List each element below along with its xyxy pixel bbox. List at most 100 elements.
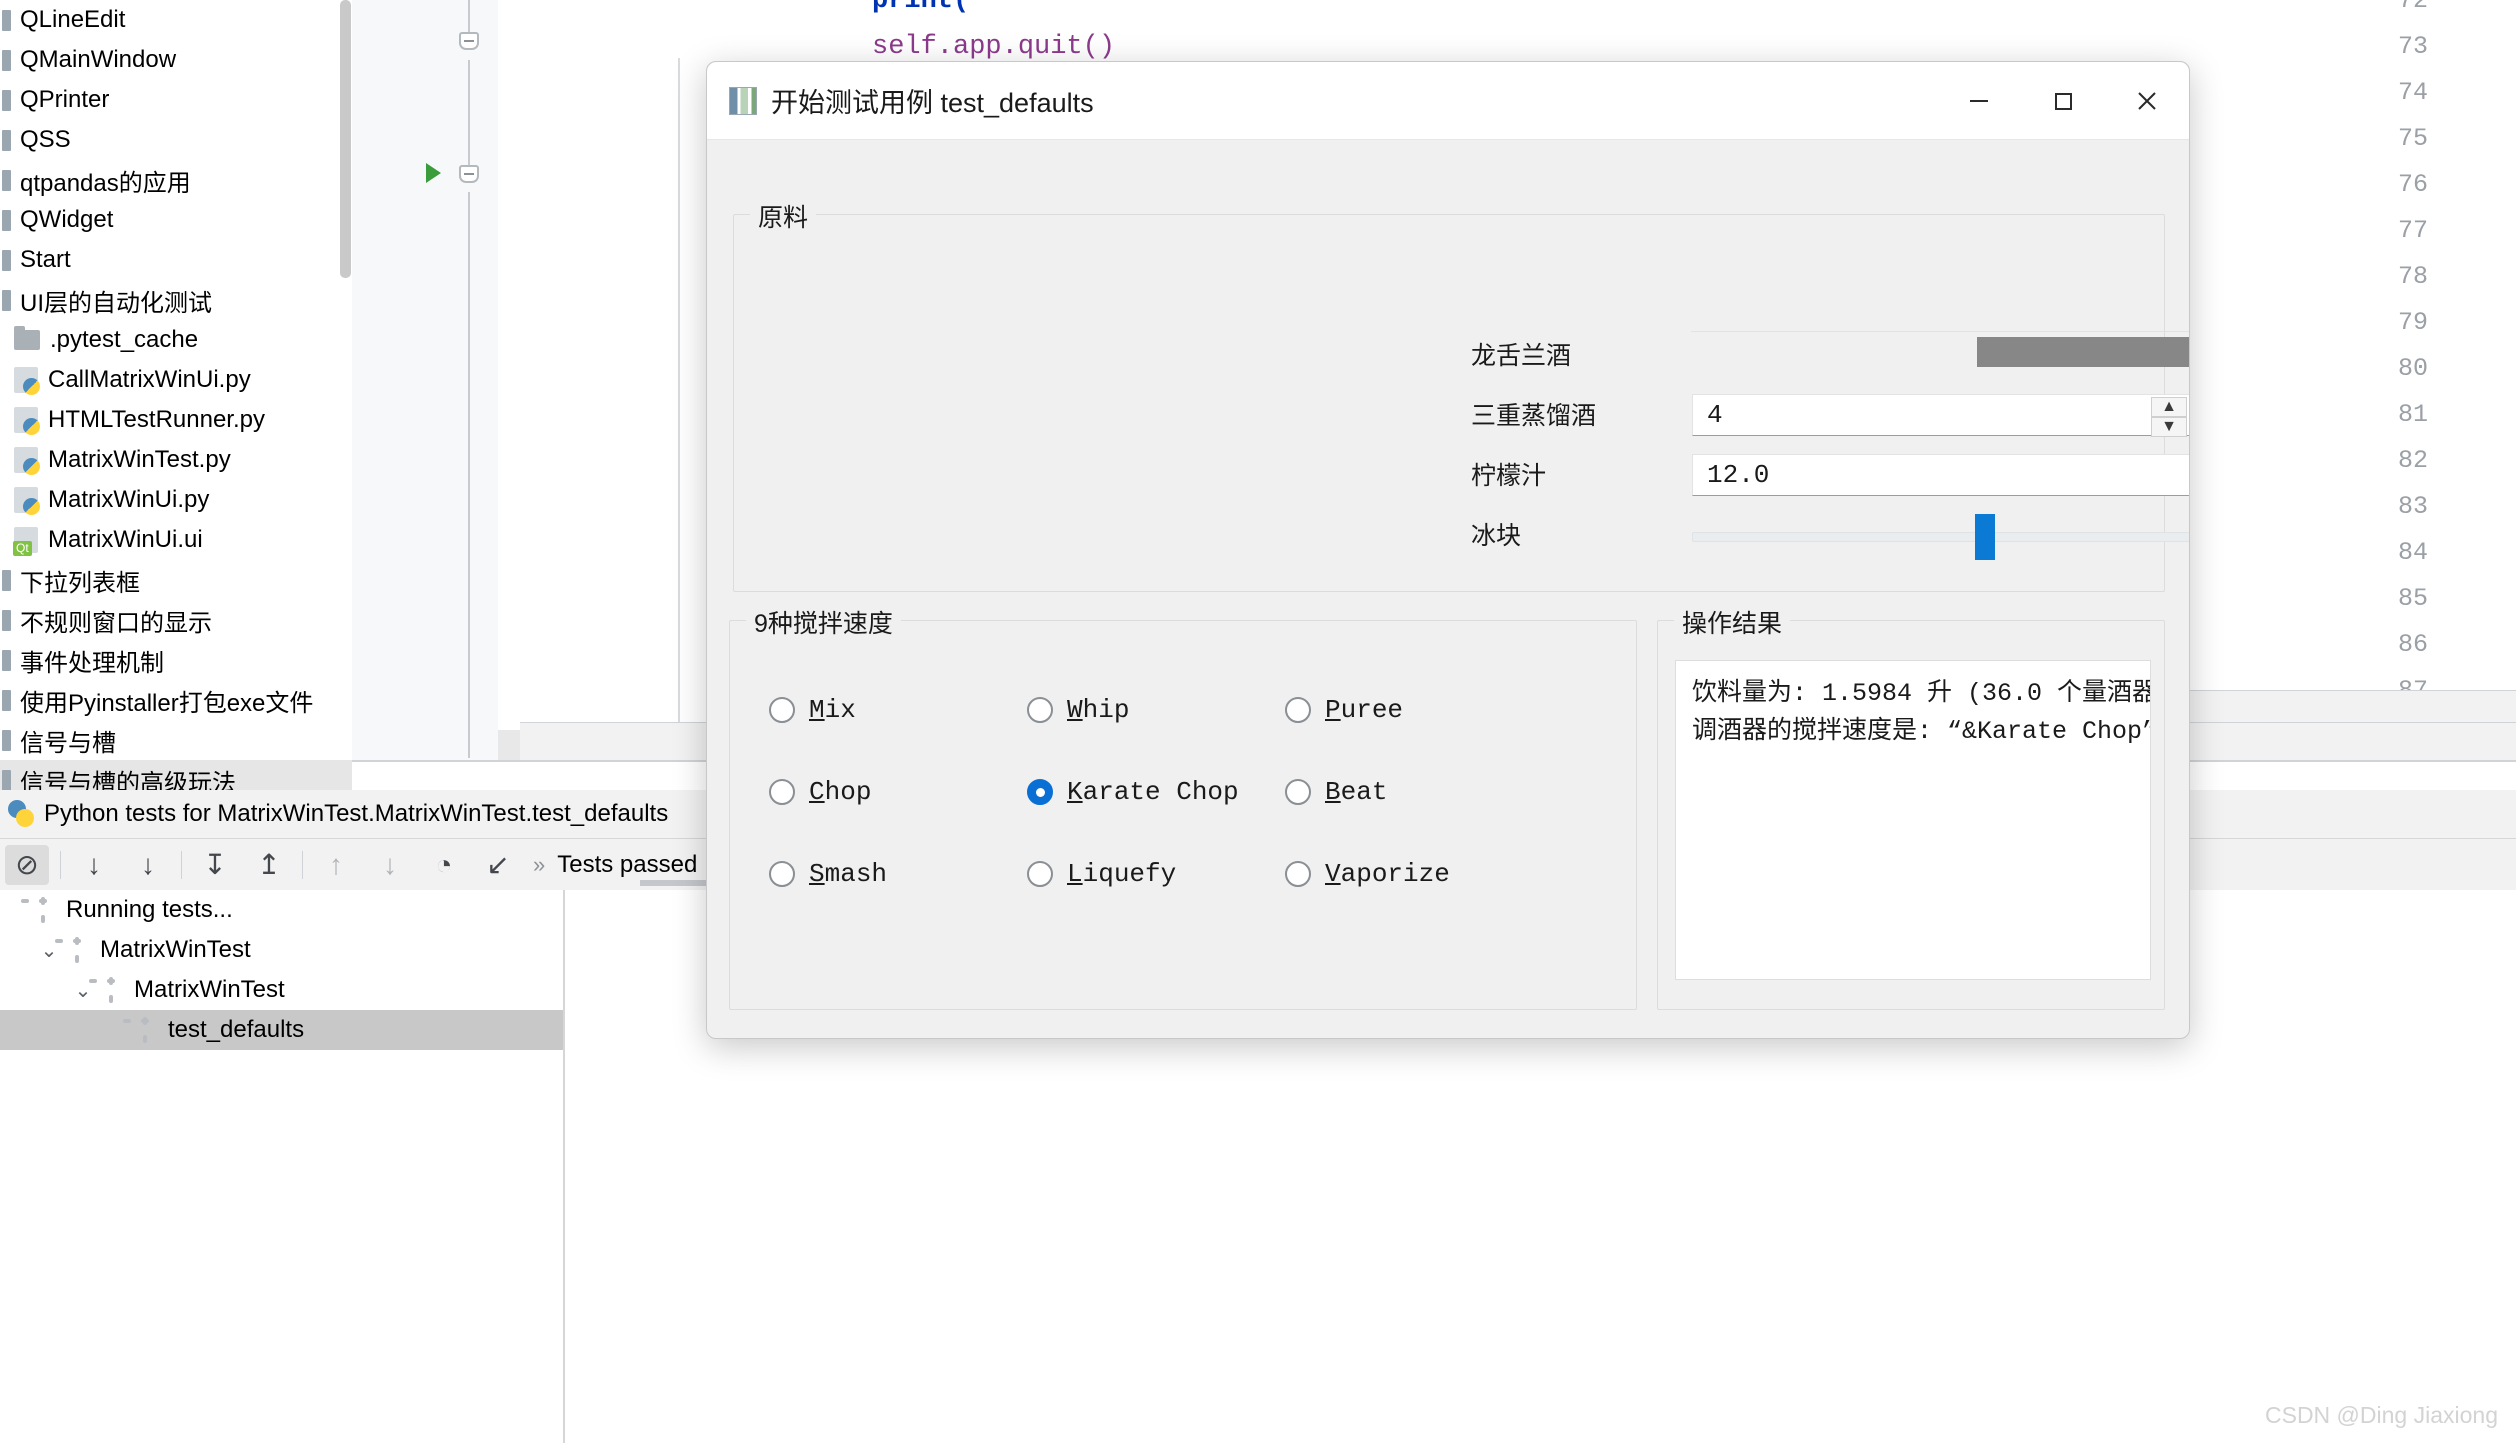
code-line[interactable]: print(: [872, 0, 969, 16]
stop-icon[interactable]: ⊘: [5, 845, 49, 885]
project-tree-item[interactable]: 不规则窗口的显示: [0, 600, 352, 640]
test-running-spinner-icon: [98, 977, 124, 1003]
test-tree-row[interactable]: ⌄MatrixWinTest: [0, 970, 564, 1010]
module-icon: [2, 210, 11, 231]
project-tree-item[interactable]: HTMLTestRunner.py: [0, 400, 352, 440]
project-tree-item[interactable]: 信号与槽: [0, 720, 352, 760]
test-running-spinner-icon: [30, 897, 56, 923]
radio-puree[interactable]: Puree: [1285, 695, 1403, 725]
project-tree-item[interactable]: QPrinter: [0, 80, 352, 120]
maximize-icon[interactable]: [2021, 62, 2105, 140]
row-label-triple-sec: 三重蒸馏酒: [1471, 396, 1596, 432]
toolbar-overflow-icon[interactable]: »: [533, 852, 545, 878]
runner-splitter[interactable]: [563, 890, 565, 1443]
scroll-to-source-icon[interactable]: ↙: [476, 845, 520, 885]
project-tree-item-label: 信号与槽: [20, 723, 116, 758]
project-tree-item[interactable]: MatrixWinTest.py: [0, 440, 352, 480]
chevron-down-icon[interactable]: ⌄: [34, 938, 64, 963]
spinbox-down-icon[interactable]: ▼: [2151, 417, 2187, 437]
spinbox-buttons[interactable]: ▲ ▼: [2151, 397, 2187, 433]
test-tree-row[interactable]: test_defaults: [0, 1010, 564, 1050]
project-tree-item[interactable]: CallMatrixWinUi.py: [0, 360, 352, 400]
radio-indicator-icon[interactable]: [1027, 861, 1053, 887]
test-tree-row[interactable]: ⌄MatrixWinTest: [0, 930, 564, 970]
project-tree-item[interactable]: 使用Pyinstaller打包exe文件: [0, 680, 352, 720]
project-tree-item[interactable]: 事件处理机制: [0, 640, 352, 680]
line-number: 78: [2368, 262, 2428, 291]
project-tree-item[interactable]: 信号与槽的高级玩法: [0, 760, 352, 790]
radio-indicator-icon[interactable]: [1285, 697, 1311, 723]
radio-indicator-icon[interactable]: [1285, 779, 1311, 805]
radio-liquefy[interactable]: Liquefy: [1027, 859, 1176, 889]
dialog-titlebar[interactable]: 开始测试用例 test_defaults: [707, 62, 2189, 140]
fold-collapse-icon[interactable]: [459, 32, 479, 50]
expand-all-icon[interactable]: ↧: [193, 845, 237, 885]
radio-chop[interactable]: Chop: [769, 777, 871, 807]
line-number: 82: [2368, 446, 2428, 475]
project-tree-item[interactable]: Start: [0, 240, 352, 280]
project-tree-item-label: qtpandas的应用: [20, 163, 191, 198]
radio-indicator-icon[interactable]: [1285, 861, 1311, 887]
result-textarea[interactable]: 饮料量为: 1.5984 升 (36.0 个量酒器)。 调酒器的搅拌速度是: “…: [1675, 660, 2151, 980]
prev-failed-icon[interactable]: ↑: [314, 845, 358, 885]
sort-duration-icon[interactable]: ↓: [126, 845, 170, 885]
next-failed-icon[interactable]: ↓: [368, 845, 412, 885]
spinbox-up-icon[interactable]: ▲: [2151, 397, 2187, 417]
row-label-lime-juice: 柠檬汁: [1471, 456, 1546, 492]
collapse-all-icon[interactable]: ↥: [247, 845, 291, 885]
fold-line: [468, 60, 470, 170]
project-tree-item[interactable]: QWidget: [0, 200, 352, 240]
module-icon: [2, 250, 11, 271]
fold-collapse-icon[interactable]: [459, 165, 479, 183]
project-tree-item[interactable]: qtpandas的应用: [0, 160, 352, 200]
project-tree-item[interactable]: .pytest_cache: [0, 320, 352, 360]
result-line: 饮料量为: 1.5984 升 (36.0 个量酒器)。: [1692, 675, 2134, 713]
window-controls[interactable]: [1937, 62, 2189, 140]
project-tree-item[interactable]: 下拉列表框: [0, 560, 352, 600]
tequila-dial-control[interactable]: [1977, 337, 2190, 367]
project-tree-item-label: QSS: [20, 126, 71, 154]
radio-indicator-icon[interactable]: [769, 861, 795, 887]
row-label-tequila: 龙舌兰酒: [1471, 336, 1571, 372]
radio-whip[interactable]: Whip: [1027, 695, 1129, 725]
project-tree-item[interactable]: QMainWindow: [0, 40, 352, 80]
minimize-icon[interactable]: [1937, 62, 2021, 140]
test-runner-title: Python tests for MatrixWinTest.MatrixWin…: [44, 800, 668, 828]
test-result-tree[interactable]: Running tests...⌄MatrixWinTest⌄MatrixWin…: [0, 890, 564, 1072]
project-tree-item[interactable]: MatrixWinUi.ui: [0, 520, 352, 560]
ice-slider-groove[interactable]: [1692, 532, 2190, 542]
sort-alpha-icon[interactable]: ↓: [72, 845, 116, 885]
run-test-gutter-icon[interactable]: [426, 163, 441, 183]
project-tree-item-label: QPrinter: [20, 86, 109, 114]
project-tree-item[interactable]: MatrixWinUi.py: [0, 480, 352, 520]
radio-karate-chop[interactable]: Karate Chop: [1027, 777, 1239, 807]
project-tree-item[interactable]: QSS: [0, 120, 352, 160]
radio-vaporize[interactable]: Vaporize: [1285, 859, 1450, 889]
ice-slider-handle[interactable]: [1975, 514, 1995, 560]
radio-label: Liquefy: [1067, 859, 1176, 889]
radio-mix[interactable]: Mix: [769, 695, 856, 725]
project-tree-panel[interactable]: QLineEdit QMainWindow QPrinter QSS qtpandas的…: [0, 0, 352, 790]
module-icon: [2, 570, 11, 591]
radio-smash[interactable]: Smash: [769, 859, 887, 889]
radio-indicator-icon[interactable]: [1027, 697, 1053, 723]
chevron-down-icon[interactable]: ⌄: [68, 978, 98, 1003]
close-icon[interactable]: [2105, 62, 2189, 140]
test-tree-row[interactable]: Running tests...: [0, 890, 564, 930]
radio-beat[interactable]: Beat: [1285, 777, 1387, 807]
history-icon[interactable]: ◔: [422, 845, 466, 885]
test-dialog-window[interactable]: 开始测试用例 test_defaults 原料 龙舌兰酒: [706, 61, 2190, 1039]
project-tree-scrollbar[interactable]: [340, 0, 351, 278]
project-tree-item-label: HTMLTestRunner.py: [48, 406, 265, 434]
triple-sec-spinbox[interactable]: 4 ▲ ▼: [1692, 394, 2190, 436]
project-tree-item[interactable]: UI层的自动化测试: [0, 280, 352, 320]
project-tree-item[interactable]: QLineEdit: [0, 0, 352, 40]
lime-juice-lineedit[interactable]: 12.0: [1692, 454, 2190, 496]
radio-indicator-icon[interactable]: [769, 697, 795, 723]
project-tree-item-label: QLineEdit: [20, 6, 125, 34]
code-line[interactable]: self.app.quit(): [872, 32, 1115, 62]
radio-indicator-icon[interactable]: [769, 779, 795, 805]
radio-indicator-icon[interactable]: [1027, 779, 1053, 805]
toolbar-separator: [302, 851, 303, 879]
line-number: 80: [2368, 354, 2428, 383]
